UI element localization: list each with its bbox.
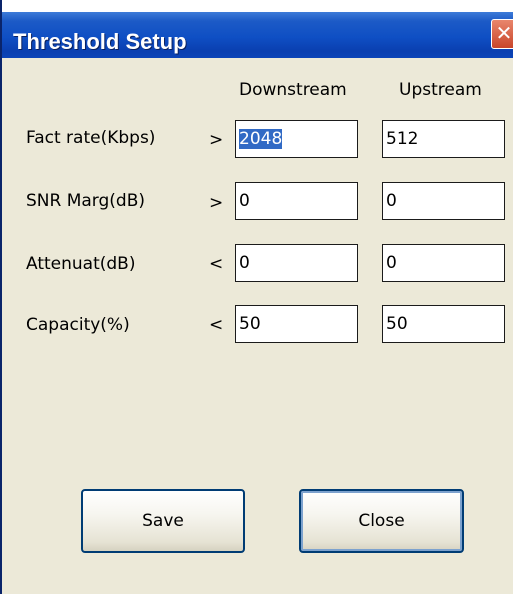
- snr-marg-label: SNR Marg(dB): [26, 191, 146, 211]
- snr-marg-operator: >: [209, 193, 224, 213]
- close-icon[interactable]: ✕: [491, 19, 513, 49]
- attenuat-downstream-value: 0: [239, 253, 250, 273]
- capacity-downstream-value: 50: [239, 314, 261, 334]
- snr-marg-downstream-value: 0: [239, 191, 250, 211]
- capacity-label: Capacity(%): [26, 315, 130, 335]
- title-bar[interactable]: Threshold Setup: [2, 12, 513, 58]
- attenuat-downstream-field[interactable]: 0: [235, 244, 358, 282]
- attenuat-label: Attenuat(dB): [26, 254, 136, 274]
- fact-rate-operator: >: [209, 130, 224, 150]
- snr-marg-downstream-field[interactable]: 0: [235, 182, 358, 220]
- fact-rate-upstream-field[interactable]: 512: [382, 120, 505, 158]
- column-header-downstream: Downstream: [239, 80, 347, 100]
- attenuat-upstream-field[interactable]: 0: [382, 244, 505, 282]
- fact-rate-label: Fact rate(Kbps): [26, 128, 156, 148]
- threshold-setup-dialog: Threshold Setup ✕ Downstream Upstream Fa…: [0, 0, 513, 594]
- snr-marg-upstream-field[interactable]: 0: [382, 182, 505, 220]
- close-button[interactable]: Close: [299, 489, 464, 553]
- fact-rate-upstream-value: 512: [386, 129, 419, 149]
- save-button[interactable]: Save: [81, 489, 245, 553]
- attenuat-operator: <: [209, 254, 224, 274]
- capacity-upstream-value: 50: [386, 314, 408, 334]
- fact-rate-downstream-value: 2048: [239, 129, 283, 149]
- column-header-upstream: Upstream: [399, 80, 482, 100]
- fact-rate-downstream-field[interactable]: 2048: [235, 120, 358, 158]
- capacity-upstream-field[interactable]: 50: [382, 305, 505, 343]
- window-top-edge: [2, 0, 513, 12]
- capacity-downstream-field[interactable]: 50: [235, 305, 358, 343]
- attenuat-upstream-value: 0: [386, 253, 397, 273]
- snr-marg-upstream-value: 0: [386, 191, 397, 211]
- capacity-operator: <: [209, 315, 224, 335]
- window-title: Threshold Setup: [13, 29, 187, 54]
